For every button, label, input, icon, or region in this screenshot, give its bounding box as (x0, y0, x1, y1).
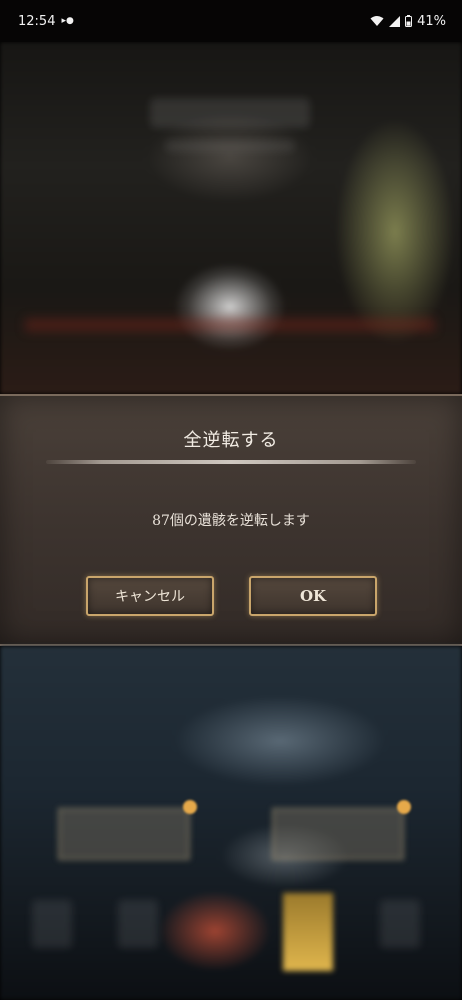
signal-icon (389, 15, 401, 27)
blurred-nav-item-4 (380, 900, 420, 948)
blurred-badge-left (183, 800, 197, 814)
confirm-dialog: 全逆転する 87個の遺骸を逆転します キャンセル OK (0, 394, 462, 646)
blurred-nav-item-1 (32, 900, 72, 948)
blurred-card-left (58, 808, 190, 860)
status-right: 41% (370, 14, 446, 29)
battery-icon (405, 15, 413, 27)
ok-button[interactable]: OK (249, 576, 377, 616)
blurred-banner-strip (25, 318, 435, 332)
screen: 12:54 ▸● 41% 全逆転する 87個の遺骸を逆転します キャンセル OK (0, 0, 462, 1000)
cancel-button[interactable]: キャンセル (86, 576, 214, 616)
dialog-message: 87個の遺骸を逆転します (152, 513, 310, 529)
blurred-nav-item-highlight (283, 893, 333, 971)
dialog-divider (46, 460, 416, 464)
background-scene-top (0, 42, 462, 394)
notification-icons: ▸● (61, 16, 74, 26)
status-bar: 12:54 ▸● 41% (0, 0, 462, 42)
wifi-icon (370, 16, 384, 26)
blurred-badge-right (397, 800, 411, 814)
blurred-banner-subtitle (165, 140, 295, 152)
clock: 12:54 (18, 13, 56, 29)
battery-percent: 41% (417, 13, 446, 29)
blurred-card-right (272, 808, 404, 860)
dialog-title: 全逆転する (183, 430, 279, 451)
status-left: 12:54 ▸● (18, 14, 74, 29)
blurred-nav-item-2 (118, 900, 158, 948)
blurred-banner-title (150, 98, 310, 128)
